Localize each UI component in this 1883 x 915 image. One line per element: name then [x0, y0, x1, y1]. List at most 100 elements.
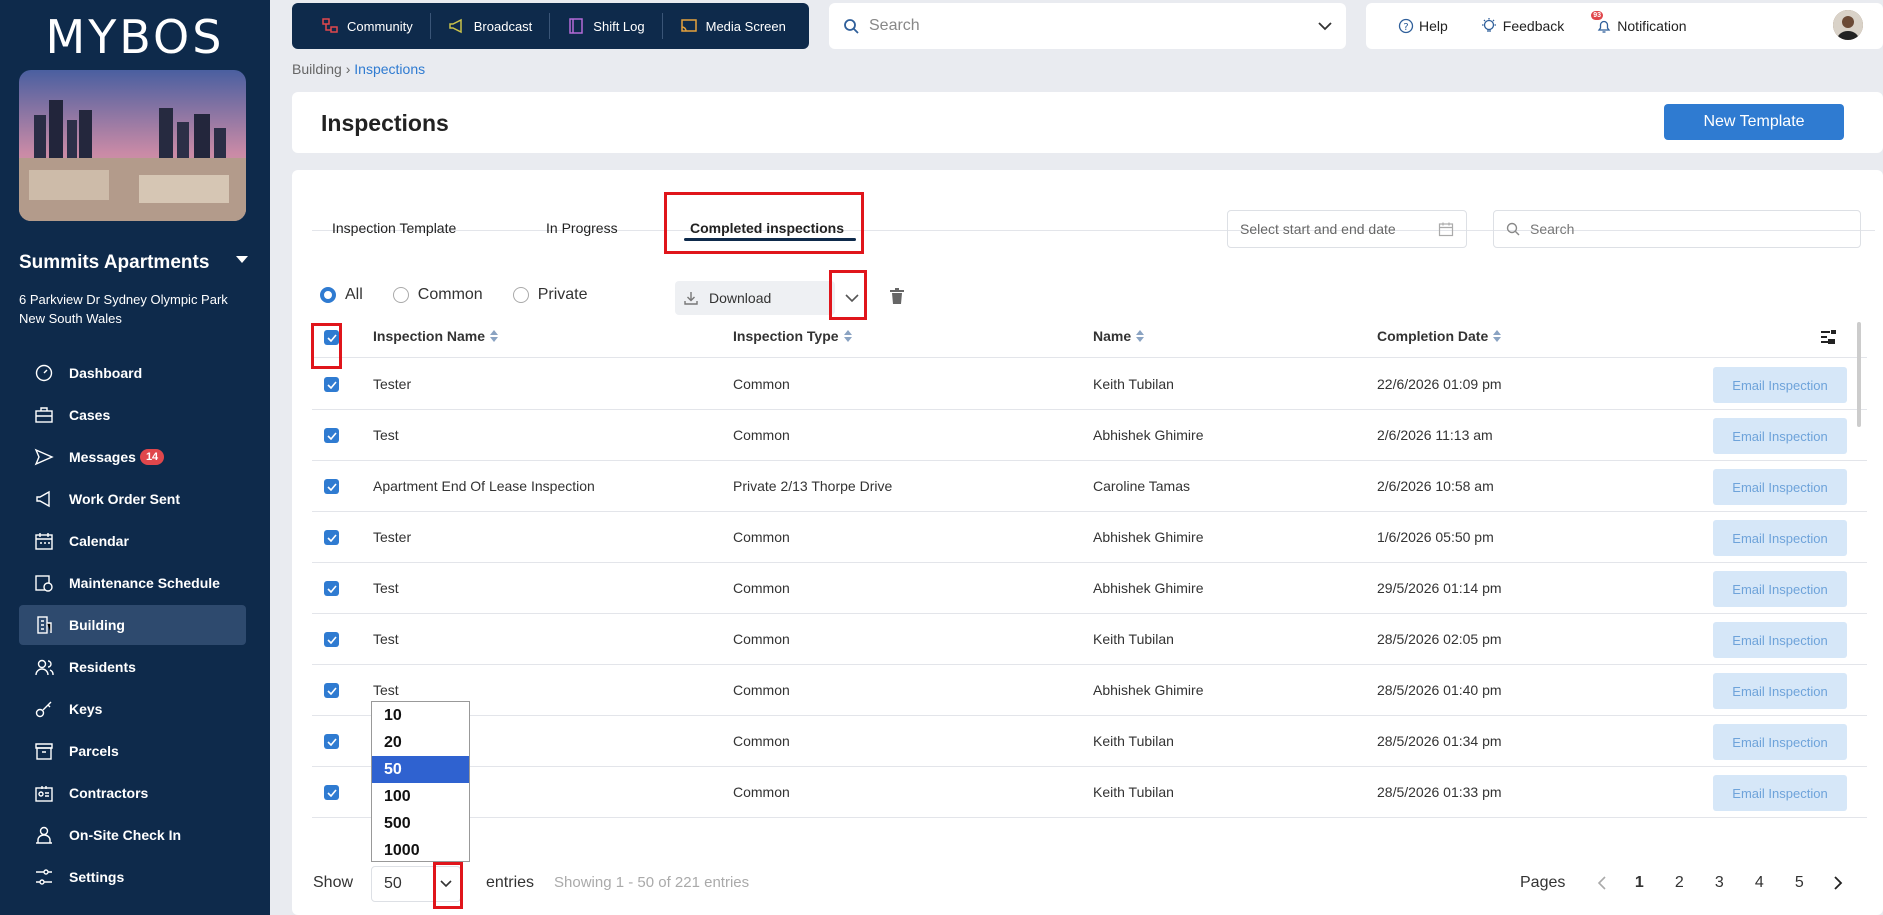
col-name[interactable]: Name: [1093, 328, 1145, 344]
row-checkbox[interactable]: [324, 683, 339, 698]
page-size-option[interactable]: 50: [372, 756, 469, 783]
cell-name: Keith Tubilan: [1093, 376, 1174, 392]
cell-inspection-name[interactable]: Tester: [373, 529, 411, 545]
table-row[interactable]: Apartment End Of Lease Inspection Private…: [312, 461, 1867, 512]
filter-all-radio[interactable]: All: [320, 286, 363, 304]
cell-inspection-name[interactable]: Apartment End Of Lease Inspection: [373, 478, 595, 494]
prev-page-icon[interactable]: [1597, 876, 1606, 890]
download-button[interactable]: Download: [675, 281, 835, 315]
table-scrollbar[interactable]: [1857, 322, 1861, 427]
community-link[interactable]: Community: [304, 13, 431, 39]
shift-log-link[interactable]: Shift Log: [550, 13, 663, 39]
page-number-link[interactable]: 2: [1672, 874, 1686, 892]
sidebar-item-label: Calendar: [69, 533, 129, 549]
cell-inspection-type: Common: [733, 376, 790, 392]
cell-inspection-name[interactable]: Test: [373, 631, 399, 647]
sidebar-item-label: Keys: [69, 701, 103, 717]
next-page-icon[interactable]: [1834, 876, 1843, 890]
email-inspection-button[interactable]: Email Inspection: [1713, 724, 1847, 760]
media-screen-link[interactable]: Media Screen: [663, 13, 803, 39]
column-settings-icon[interactable]: [1820, 329, 1838, 345]
page-number-link[interactable]: 1: [1632, 874, 1646, 892]
delete-button[interactable]: [890, 288, 904, 305]
tab-in-progress[interactable]: In Progress: [546, 220, 618, 236]
filter-private-radio[interactable]: Private: [512, 286, 587, 304]
row-checkbox[interactable]: [324, 785, 339, 800]
col-inspection-name[interactable]: Inspection Name: [373, 328, 499, 344]
notification-link[interactable]: 93 Notification: [1591, 11, 1687, 34]
table-search-input[interactable]: Search: [1493, 210, 1861, 248]
global-search-input[interactable]: Search: [869, 17, 1318, 35]
table-row[interactable]: Common Keith Tubilan 28/5/2026 01:34 pm Ema…: [312, 716, 1867, 767]
table-row[interactable]: Test Common Abhishek Ghimire 28/5/2026 01:4…: [312, 665, 1867, 716]
page-number-link[interactable]: 3: [1712, 874, 1726, 892]
cell-inspection-name[interactable]: Test: [373, 682, 399, 698]
sidebar-item-building[interactable]: Building: [19, 605, 246, 645]
top-nav: Community Broadcast Shift Log Media Scre…: [292, 3, 809, 49]
email-inspection-button[interactable]: Email Inspection: [1713, 775, 1847, 811]
sidebar-item-work-order-sent[interactable]: Work Order Sent: [19, 479, 246, 519]
filter-common-radio[interactable]: Common: [392, 286, 483, 304]
row-checkbox[interactable]: [324, 581, 339, 596]
sidebar-item-keys[interactable]: Keys: [19, 689, 246, 729]
page-size-option[interactable]: 100: [372, 783, 469, 810]
help-link[interactable]: ? Help: [1398, 18, 1448, 34]
check-icon: [326, 584, 337, 593]
breadcrumb-building[interactable]: Building: [292, 61, 342, 77]
email-inspection-button[interactable]: Email Inspection: [1713, 622, 1847, 658]
row-checkbox[interactable]: [324, 530, 339, 545]
table-row[interactable]: Tester Common Keith Tubilan 22/6/2026 01:09…: [312, 359, 1867, 410]
table-row[interactable]: Common Keith Tubilan 28/5/2026 01:33 pm Ema…: [312, 767, 1867, 818]
sidebar-item-contractors[interactable]: Contractors: [19, 773, 246, 813]
page-size-option[interactable]: 500: [372, 810, 469, 837]
table-row[interactable]: Test Common Abhishek Ghimire 29/5/2026 01:1…: [312, 563, 1867, 614]
page-size-option[interactable]: 10: [372, 702, 469, 729]
col-inspection-type[interactable]: Inspection Type: [733, 328, 852, 344]
page-size-option[interactable]: 20: [372, 729, 469, 756]
tab-inspection-template[interactable]: Inspection Template: [332, 220, 456, 236]
col-completion-date[interactable]: Completion Date: [1377, 328, 1502, 344]
check-icon: [326, 635, 337, 644]
email-inspection-button[interactable]: Email Inspection: [1713, 469, 1847, 505]
page-size-option[interactable]: 1000: [372, 837, 469, 864]
new-template-button[interactable]: New Template: [1664, 104, 1844, 140]
cell-name: Abhishek Ghimire: [1093, 682, 1204, 698]
table-row[interactable]: Test Common Abhishek Ghimire 2/6/2026 11:13…: [312, 410, 1867, 461]
date-range-input[interactable]: Select start and end date: [1227, 210, 1467, 248]
global-search[interactable]: Search: [829, 3, 1346, 49]
cell-inspection-name[interactable]: Test: [373, 427, 399, 443]
email-inspection-button[interactable]: Email Inspection: [1713, 520, 1847, 556]
sidebar-item-messages[interactable]: Messages 14: [19, 437, 246, 477]
row-checkbox[interactable]: [324, 734, 339, 749]
cell-inspection-name[interactable]: Test: [373, 580, 399, 596]
sidebar-item-on-site-check-in[interactable]: On-Site Check In: [19, 815, 246, 855]
page-number-link[interactable]: 4: [1752, 874, 1766, 892]
sidebar-item-maintenance-schedule[interactable]: Maintenance Schedule: [19, 563, 246, 603]
site-dropdown-icon[interactable]: [236, 256, 248, 264]
breadcrumb-current[interactable]: Inspections: [354, 61, 425, 77]
email-inspection-button[interactable]: Email Inspection: [1713, 418, 1847, 454]
cell-inspection-name[interactable]: Tester: [373, 376, 411, 392]
brand-logo[interactable]: MYBOS: [0, 10, 270, 64]
sidebar-item-settings[interactable]: Settings: [19, 857, 246, 897]
sidebar-item-residents[interactable]: Residents: [19, 647, 246, 687]
sidebar-item-label: On-Site Check In: [69, 827, 182, 843]
table-row[interactable]: Tester Common Abhishek Ghimire 1/6/2026 05:…: [312, 512, 1867, 563]
sidebar-item-dashboard[interactable]: Dashboard: [19, 353, 246, 393]
email-inspection-button[interactable]: Email Inspection: [1713, 367, 1847, 403]
sidebar-item-calendar[interactable]: Calendar: [19, 521, 246, 561]
site-name[interactable]: Summits Apartments: [19, 252, 209, 274]
sidebar-item-cases[interactable]: Cases: [19, 395, 246, 435]
table-row[interactable]: Test Common Keith Tubilan 28/5/2026 02:05 p…: [312, 614, 1867, 665]
broadcast-link[interactable]: Broadcast: [431, 13, 551, 39]
row-checkbox[interactable]: [324, 428, 339, 443]
email-inspection-button[interactable]: Email Inspection: [1713, 571, 1847, 607]
user-avatar[interactable]: [1833, 10, 1863, 40]
page-number-link[interactable]: 5: [1792, 874, 1806, 892]
row-checkbox[interactable]: [324, 377, 339, 392]
row-checkbox[interactable]: [324, 479, 339, 494]
sidebar-item-parcels[interactable]: Parcels: [19, 731, 246, 771]
email-inspection-button[interactable]: Email Inspection: [1713, 673, 1847, 709]
feedback-link[interactable]: Feedback: [1480, 17, 1564, 35]
row-checkbox[interactable]: [324, 632, 339, 647]
